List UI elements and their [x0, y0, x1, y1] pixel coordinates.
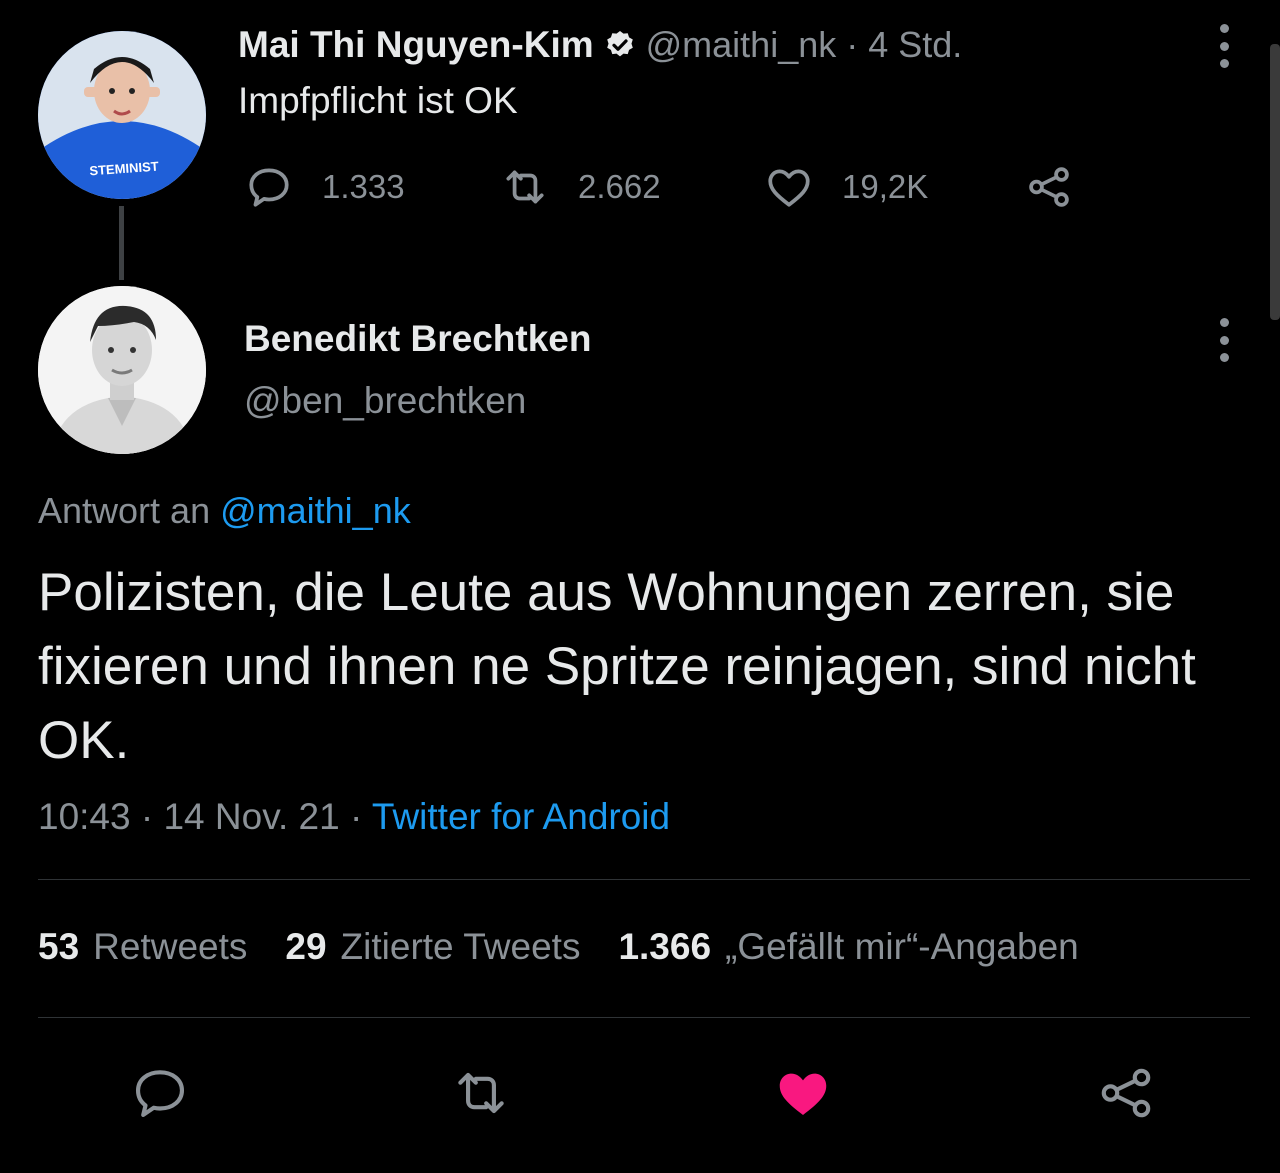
- reply-prefix: Antwort an: [38, 490, 211, 531]
- quotes-stat-count: 29: [285, 926, 327, 967]
- more-vertical-icon[interactable]: [1218, 24, 1230, 68]
- heart-icon: [768, 169, 810, 207]
- retweet-icon: [506, 170, 544, 204]
- more-vertical-icon[interactable]: [1218, 318, 1230, 362]
- tweet2-handle[interactable]: @ben_brechtken: [244, 380, 526, 422]
- engagement-stats: 53 Retweets 29 Zitierte Tweets 1.366 „Ge…: [38, 926, 1117, 968]
- avatar-benedikt[interactable]: [38, 286, 206, 454]
- scrollbar[interactable]: [1270, 44, 1280, 320]
- reply-to-link[interactable]: @maithi_nk: [220, 490, 411, 531]
- tweet2-meta: 10:43 · 14 Nov. 21 · Twitter for Android: [38, 796, 670, 838]
- likes-stat[interactable]: 1.366 „Gefällt mir“-Angaben: [618, 926, 1078, 968]
- tweet2-timestamp[interactable]: 10:43 · 14 Nov. 21 ·: [38, 796, 362, 837]
- quotes-stat[interactable]: 29 Zitierte Tweets: [285, 926, 580, 968]
- retweet-action[interactable]: 2.662: [500, 162, 661, 212]
- tweet1-header: Mai Thi Nguyen-Kim @maithi_nk · 4 Std.: [238, 24, 962, 66]
- share-icon: [1029, 167, 1069, 207]
- like-count: 19,2K: [842, 168, 929, 205]
- reply-icon[interactable]: [129, 1062, 191, 1124]
- reply-icon: [249, 168, 289, 207]
- reply-action[interactable]: 1.333: [244, 162, 405, 212]
- avatar-illustration-2: [38, 286, 206, 454]
- retweets-stat-count: 53: [38, 926, 80, 967]
- share-action[interactable]: [1024, 162, 1074, 212]
- like-action[interactable]: 19,2K: [764, 162, 928, 212]
- likes-stat-label: „Gefällt mir“-Angaben: [725, 926, 1079, 967]
- reply-context: Antwort an @maithi_nk: [38, 490, 411, 532]
- retweets-stat[interactable]: 53 Retweets: [38, 926, 247, 968]
- likes-stat-count: 1.366: [618, 926, 712, 967]
- retweet-icon[interactable]: [450, 1062, 512, 1124]
- reply-count: 1.333: [322, 168, 405, 205]
- avatar-mai-thi[interactable]: STEMINIST: [38, 31, 206, 199]
- share-icon[interactable]: [1095, 1062, 1157, 1124]
- tweet2-display-name[interactable]: Benedikt Brechtken: [244, 318, 592, 360]
- divider: [38, 879, 1250, 880]
- tweet2-source-link[interactable]: Twitter for Android: [372, 796, 670, 837]
- verified-badge-icon: [606, 31, 633, 57]
- tweet2-text: Polizisten, die Leute aus Wohnungen zerr…: [38, 563, 1196, 770]
- tweet1-text: Impfpflicht ist OK: [238, 80, 518, 121]
- heart-icon[interactable]: [772, 1062, 834, 1124]
- tweet1-display-name[interactable]: Mai Thi Nguyen-Kim: [238, 24, 594, 66]
- divider: [38, 1017, 1250, 1018]
- tweet1-handle[interactable]: @maithi_nk: [646, 24, 837, 66]
- retweets-stat-label: Retweets: [93, 926, 248, 967]
- thread-connector-line: [119, 206, 124, 280]
- retweet-count: 2.662: [578, 168, 661, 205]
- tweet1-actions: 1.333 2.662 19,2K: [238, 158, 1098, 218]
- tweet1-time[interactable]: · 4 Std.: [846, 24, 962, 66]
- quotes-stat-label: Zitierte Tweets: [340, 926, 581, 967]
